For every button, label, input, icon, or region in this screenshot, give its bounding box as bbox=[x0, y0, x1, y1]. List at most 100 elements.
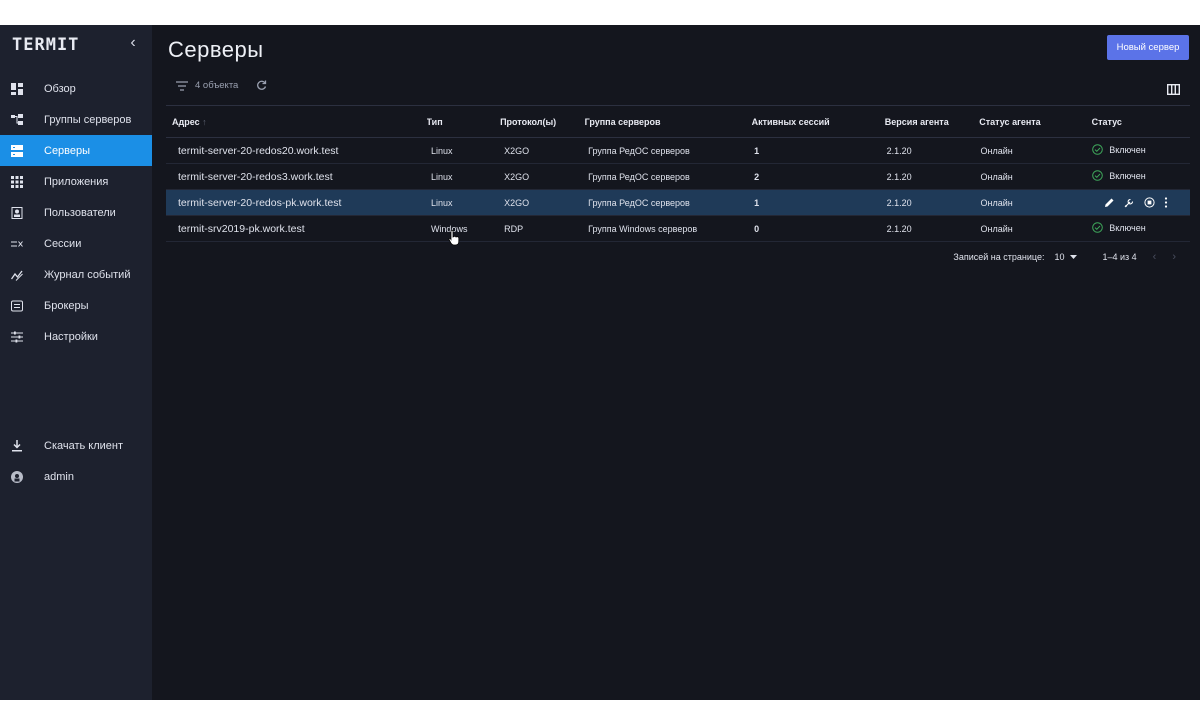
table-row[interactable]: termit-server-20-redos-pk.work.test Linu… bbox=[166, 190, 1190, 216]
cell-agent-status: Онлайн bbox=[980, 171, 1013, 182]
cell-type: Linux bbox=[430, 171, 453, 182]
sidebar-item-label: admin bbox=[44, 470, 74, 483]
cell-address: termit-srv2019-pk.work.test bbox=[178, 222, 305, 235]
cell-sessions: 0 bbox=[754, 223, 760, 234]
status-text: Включен bbox=[1109, 144, 1146, 155]
filter-icon[interactable] bbox=[176, 80, 188, 91]
cell-sessions: 2 bbox=[754, 171, 760, 182]
servers-icon bbox=[10, 144, 24, 158]
user-avatar-icon bbox=[10, 470, 24, 484]
sidebar-item-label: Сессии bbox=[44, 237, 82, 250]
sidebar-item-overview[interactable]: Обзор bbox=[0, 73, 152, 104]
prev-page-icon[interactable]: ‹ bbox=[1153, 251, 1157, 263]
table-header: Адрес ↑ Тип Протокол(ы) Группа серверов … bbox=[166, 105, 1190, 138]
sidebar-item-label: Скачать клиент bbox=[44, 439, 124, 452]
check-circle-icon bbox=[1092, 144, 1103, 155]
columns-icon[interactable] bbox=[1166, 82, 1181, 100]
settings-icon bbox=[10, 330, 24, 344]
sidebar: TERMIT ‹ Обзор Группы серверов Серверы П… bbox=[0, 25, 152, 700]
new-server-button[interactable]: Новый сервер bbox=[1107, 35, 1189, 60]
apps-grid-icon bbox=[10, 175, 24, 189]
download-client-link[interactable]: Скачать клиент bbox=[0, 430, 152, 461]
servers-table: Адрес ↑ Тип Протокол(ы) Группа серверов … bbox=[166, 105, 1190, 242]
sidebar-item-label: Брокеры bbox=[44, 299, 89, 312]
header-address[interactable]: Адрес ↑ bbox=[166, 117, 427, 127]
status-text: Включен bbox=[1109, 170, 1146, 181]
table-row[interactable]: termit-server-20-redos20.work.test Linux… bbox=[166, 138, 1190, 164]
sidebar-item-label: Серверы bbox=[44, 144, 91, 157]
cell-protocol: RDP bbox=[504, 223, 524, 234]
cell-agent-status: Онлайн bbox=[980, 145, 1013, 156]
sidebar-bottom: Скачать клиент admin bbox=[0, 430, 152, 492]
header-status[interactable]: Статус bbox=[1092, 117, 1190, 127]
sidebar-item-users[interactable]: Пользователи bbox=[0, 197, 152, 228]
rows-per-page-value: 10 bbox=[1054, 252, 1065, 262]
cell-protocol: X2GO bbox=[504, 171, 530, 182]
app-window: TERMIT ‹ Обзор Группы серверов Серверы П… bbox=[0, 25, 1200, 700]
cell-group: Группа РедОС серверов bbox=[588, 171, 690, 182]
cell-group: Группа Windows серверов bbox=[588, 223, 698, 234]
cell-type: Windows bbox=[430, 223, 468, 234]
stop-icon[interactable] bbox=[1144, 197, 1155, 208]
sidebar-item-applications[interactable]: Приложения bbox=[0, 166, 152, 197]
edit-icon[interactable] bbox=[1104, 197, 1115, 208]
cell-version: 2.1.20 bbox=[886, 223, 912, 234]
sidebar-item-label: Группы серверов bbox=[44, 113, 132, 126]
table-row[interactable]: termit-server-20-redos3.work.test Linux … bbox=[166, 164, 1190, 190]
cell-sessions: 1 bbox=[754, 197, 760, 208]
page-range: 1–4 из 4 bbox=[1102, 252, 1137, 262]
more-menu-icon[interactable] bbox=[1164, 197, 1168, 208]
header-agent-status[interactable]: Статус агента bbox=[979, 117, 1091, 127]
check-circle-icon bbox=[1092, 222, 1103, 233]
header-type[interactable]: Тип bbox=[427, 117, 501, 127]
cell-protocol: X2GO bbox=[504, 197, 530, 208]
cell-status: Включен bbox=[1086, 144, 1190, 157]
sidebar-item-sessions[interactable]: Сессии bbox=[0, 228, 152, 259]
header-group[interactable]: Группа серверов bbox=[585, 117, 752, 127]
sidebar-item-settings[interactable]: Настройки bbox=[0, 321, 152, 352]
header-sessions[interactable]: Активных сессий bbox=[752, 117, 885, 127]
sidebar-item-label: Журнал событий bbox=[44, 268, 131, 281]
refresh-icon[interactable] bbox=[256, 80, 267, 91]
cell-group: Группа РедОС серверов bbox=[588, 197, 690, 208]
items-count: 4 объекта bbox=[195, 80, 239, 91]
cell-status: Включен bbox=[1086, 222, 1190, 235]
dashboard-icon bbox=[10, 82, 24, 96]
cell-address: termit-server-20-redos-pk.work.test bbox=[178, 196, 342, 209]
rows-per-page-label: Записей на странице: bbox=[953, 252, 1045, 262]
sidebar-nav: Обзор Группы серверов Серверы Приложения… bbox=[0, 73, 152, 352]
cell-version: 2.1.20 bbox=[886, 197, 912, 208]
sidebar-item-label: Настройки bbox=[44, 330, 98, 343]
sidebar-item-brokers[interactable]: Брокеры bbox=[0, 290, 152, 321]
next-page-icon[interactable]: › bbox=[1172, 251, 1176, 263]
cell-protocol: X2GO bbox=[504, 145, 530, 156]
sidebar-item-event-log[interactable]: Журнал событий bbox=[0, 259, 152, 290]
users-icon bbox=[10, 206, 24, 220]
brokers-icon bbox=[10, 299, 24, 313]
header-version[interactable]: Версия агента bbox=[885, 117, 979, 127]
sidebar-item-servers[interactable]: Серверы bbox=[0, 135, 152, 166]
sidebar-item-server-groups[interactable]: Группы серверов bbox=[0, 104, 152, 135]
sidebar-item-label: Обзор bbox=[44, 82, 76, 95]
main-content: Серверы Новый сервер 4 объекта Адрес ↑ Т… bbox=[152, 25, 1200, 700]
sort-arrow-icon: ↑ bbox=[202, 116, 207, 127]
rows-per-page-select[interactable]: 10 bbox=[1054, 252, 1078, 262]
cell-sessions: 1 bbox=[754, 145, 760, 156]
sidebar-item-label: Пользователи bbox=[44, 206, 116, 219]
cell-type: Linux bbox=[430, 197, 453, 208]
user-profile[interactable]: admin bbox=[0, 461, 152, 492]
cell-status: Включен bbox=[1086, 170, 1190, 183]
cell-type: Linux bbox=[430, 145, 453, 156]
chevron-down-icon bbox=[1070, 255, 1078, 259]
pagination: Записей на странице: 10 1–4 из 4 ‹ › bbox=[953, 251, 1176, 263]
row-actions bbox=[1086, 197, 1190, 208]
mouse-pointer-icon bbox=[448, 230, 460, 246]
header-protocol[interactable]: Протокол(ы) bbox=[500, 117, 585, 127]
wrench-icon[interactable] bbox=[1124, 197, 1135, 208]
page-title: Серверы bbox=[168, 37, 264, 62]
check-circle-icon bbox=[1092, 170, 1103, 181]
collapse-sidebar-icon[interactable]: ‹ bbox=[126, 34, 140, 52]
sessions-icon bbox=[10, 237, 24, 251]
cell-group: Группа РедОС серверов bbox=[588, 145, 690, 156]
table-row[interactable]: termit-srv2019-pk.work.test Windows RDP … bbox=[166, 216, 1190, 242]
